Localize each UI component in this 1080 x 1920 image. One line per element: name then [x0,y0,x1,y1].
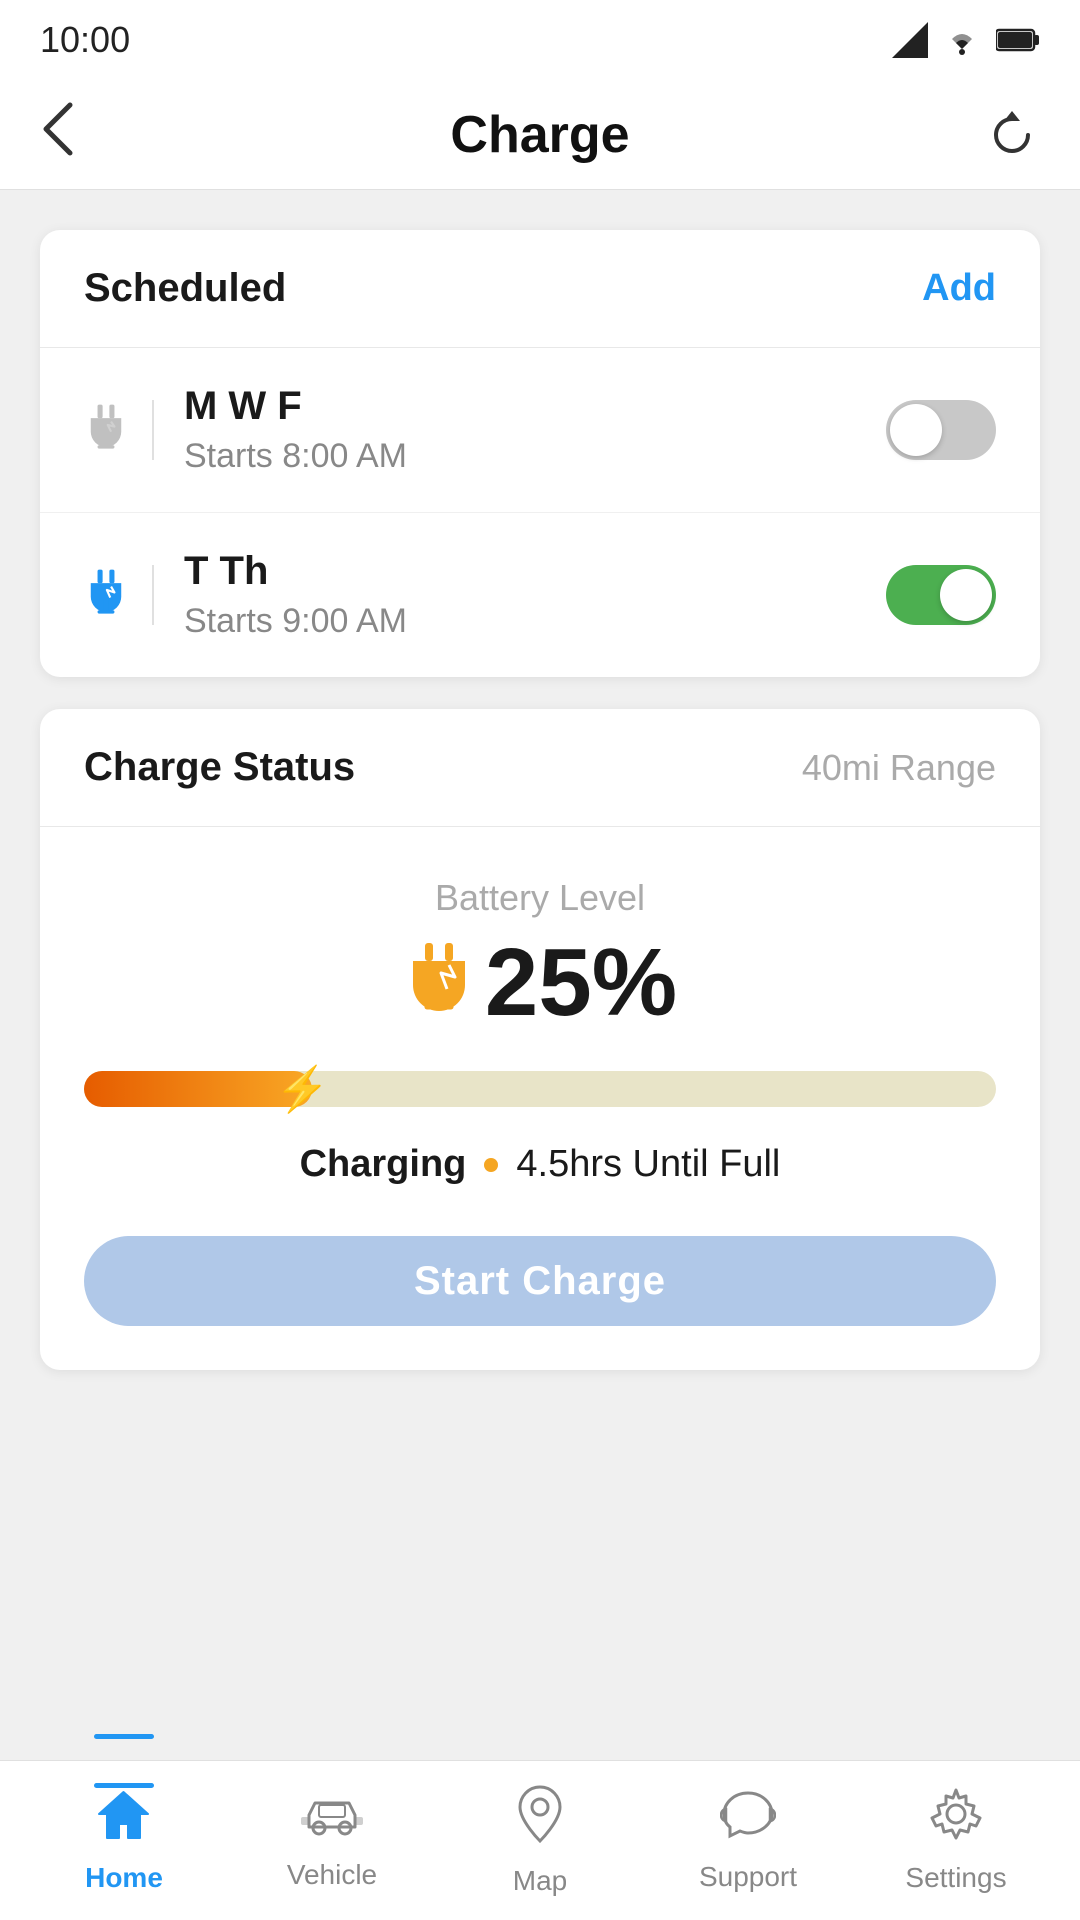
battery-level-value: 25% [403,935,677,1031]
nav-home[interactable]: Home [20,1788,228,1894]
back-button[interactable] [40,101,100,169]
page-title: Charge [450,105,629,165]
wifi-icon [942,25,982,55]
charge-status-card: Charge Status 40mi Range Battery Level 2… [40,709,1040,1370]
add-button[interactable]: Add [922,267,996,310]
scheduled-title: Scheduled [84,266,286,311]
battery-icon [996,26,1040,54]
toggle-knob-2 [940,569,992,621]
toggle-1[interactable] [886,400,996,460]
scheduled-card: Scheduled Add M W F Starts 8:00 AM [40,230,1040,677]
nav-settings[interactable]: Settings [852,1788,1060,1894]
battery-percent: 25% [485,935,677,1031]
nav-map[interactable]: Map [436,1785,644,1897]
nav-map-item[interactable]: Map [513,1785,567,1897]
settings-icon [930,1788,982,1852]
header: Charge [0,80,1080,190]
toggle-knob-1 [890,404,942,456]
nav-support-item[interactable]: Support [699,1789,797,1893]
progress-bar-fill: ⚡ [84,1071,312,1107]
support-label: Support [699,1861,797,1893]
schedule-item-1: M W F Starts 8:00 AM [40,348,1040,513]
charge-status-body: Battery Level 25% ⚡ [40,827,1040,1370]
vehicle-label: Vehicle [287,1859,377,1891]
schedule-info-1: M W F Starts 8:00 AM [184,384,886,476]
progress-bar-container: ⚡ [84,1071,996,1107]
nav-active-indicator [94,1783,154,1788]
nav-support[interactable]: Support [644,1789,852,1893]
home-label: Home [85,1862,163,1894]
settings-label: Settings [905,1862,1006,1894]
nav-settings-item[interactable]: Settings [905,1788,1006,1894]
charging-label: Charging [300,1143,467,1186]
charge-status-header: Charge Status 40mi Range [40,709,1040,827]
toggle-track-1[interactable] [886,400,996,460]
scheduled-header: Scheduled Add [40,230,1040,348]
toggle-2[interactable] [886,565,996,625]
schedule-days-2: T Th [184,549,886,594]
schedule-icon-2 [84,565,154,625]
map-label: Map [513,1865,567,1897]
schedule-info-2: T Th Starts 9:00 AM [184,549,886,641]
charging-dot [484,1158,498,1172]
battery-level-label: Battery Level [435,877,645,919]
status-time: 10:00 [40,19,130,61]
schedule-days-1: M W F [184,384,886,429]
home-icon [96,1788,151,1852]
schedule-time-1: Starts 8:00 AM [184,437,886,476]
nav-vehicle[interactable]: Vehicle [228,1791,436,1891]
bottom-nav: Home Vehicle [0,1760,1080,1920]
nav-home-item[interactable]: Home [85,1788,163,1894]
schedule-time-2: Starts 9:00 AM [184,602,886,641]
start-charge-button[interactable]: Start Charge [84,1236,996,1326]
progress-lightning-icon: ⚡ [275,1063,330,1115]
vehicle-icon [301,1791,363,1849]
status-icons [892,22,1040,58]
charging-status-text: Charging 4.5hrs Until Full [300,1143,781,1186]
map-icon [518,1785,562,1855]
charge-status-title: Charge Status [84,745,355,790]
schedule-icon-1 [84,400,154,460]
nav-vehicle-item[interactable]: Vehicle [287,1791,377,1891]
start-charge-label: Start Charge [414,1259,666,1304]
support-icon [720,1789,776,1851]
status-bar: 10:00 [0,0,1080,80]
time-until-full: 4.5hrs Until Full [516,1143,780,1186]
signal-icon [892,22,928,58]
charge-status-range: 40mi Range [802,747,996,789]
battery-plug-icon [403,943,475,1023]
schedule-item-2: T Th Starts 9:00 AM [40,513,1040,677]
refresh-button[interactable] [980,107,1040,163]
toggle-track-2[interactable] [886,565,996,625]
